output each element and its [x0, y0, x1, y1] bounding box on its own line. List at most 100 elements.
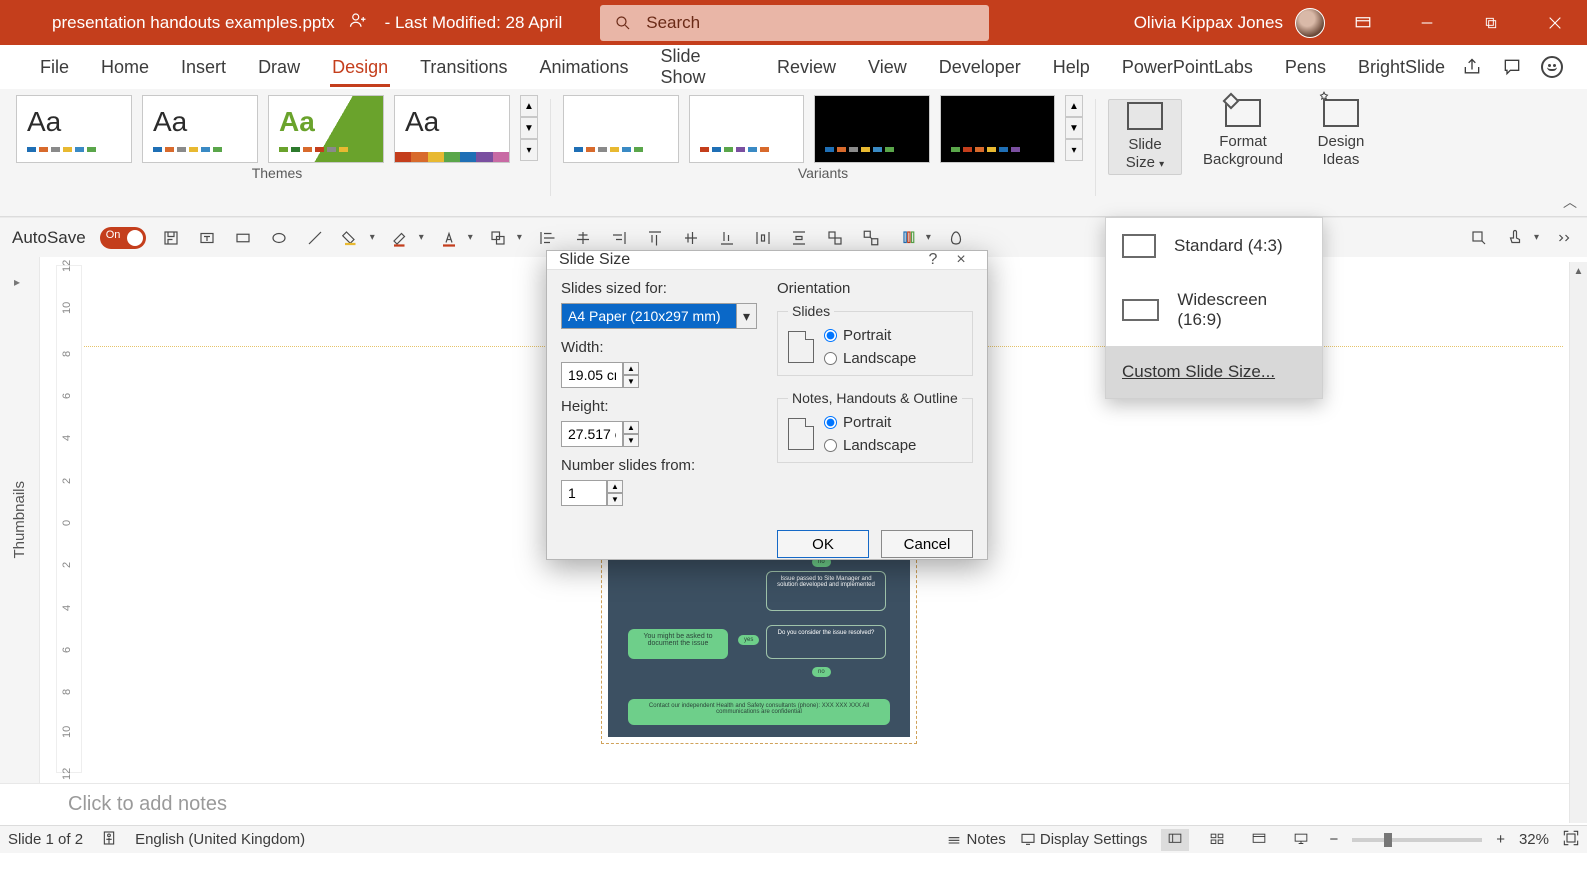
slide-size-widescreen[interactable]: Widescreen (16:9)	[1106, 274, 1322, 346]
close-button[interactable]	[1529, 0, 1581, 45]
slide-size-standard[interactable]: Standard (4:3)	[1106, 218, 1322, 274]
oval-shape-icon[interactable]	[268, 227, 290, 249]
align-middle-icon[interactable]	[680, 227, 702, 249]
overflow-icon[interactable]	[1553, 227, 1575, 249]
slide-indicator[interactable]: Slide 1 of 2	[8, 831, 83, 848]
save-icon[interactable]	[160, 227, 182, 249]
rectangle-shape-icon[interactable]	[232, 227, 254, 249]
arrange-icon[interactable]	[487, 227, 509, 249]
notes-pane[interactable]: Click to add notes	[0, 783, 1587, 825]
tab-design[interactable]: Design	[316, 45, 404, 89]
thumbnails-panel[interactable]: ▸ Thumbnails	[0, 257, 40, 783]
tab-developer[interactable]: Developer	[923, 45, 1037, 89]
width-input[interactable]	[561, 362, 623, 388]
zoom-slider[interactable]	[1352, 838, 1482, 842]
ok-button[interactable]: OK	[777, 530, 869, 558]
tab-review[interactable]: Review	[761, 45, 852, 89]
variant-thumb[interactable]	[563, 95, 679, 163]
chevron-right-icon[interactable]: ▸	[14, 275, 20, 289]
variant-thumb[interactable]	[940, 95, 1056, 163]
tab-brightslide[interactable]: BrightSlide	[1342, 45, 1461, 89]
gallery-more-icon[interactable]: ▾	[520, 139, 538, 161]
spin-up-icon[interactable]: ▲	[607, 480, 623, 493]
normal-view-icon[interactable]	[1161, 829, 1189, 851]
user-name[interactable]: Olivia Kippax Jones	[1134, 13, 1283, 33]
gallery-up-icon[interactable]: ▲	[520, 95, 538, 117]
minimize-button[interactable]	[1401, 0, 1453, 45]
blob-icon[interactable]	[945, 227, 967, 249]
gallery-down-icon[interactable]: ▼	[1065, 117, 1083, 139]
align-right-icon[interactable]	[608, 227, 630, 249]
align-top-icon[interactable]	[644, 227, 666, 249]
gallery-more-icon[interactable]: ▾	[1065, 139, 1083, 161]
slideshow-view-icon[interactable]	[1287, 829, 1315, 851]
scroll-up-icon[interactable]: ▲	[1570, 262, 1587, 280]
cancel-button[interactable]: Cancel	[881, 530, 973, 558]
group-icon[interactable]	[824, 227, 846, 249]
textbox-icon[interactable]	[196, 227, 218, 249]
line-shape-icon[interactable]	[304, 227, 326, 249]
gallery-down-icon[interactable]: ▼	[520, 117, 538, 139]
slide-size-custom[interactable]: Custom Slide Size...	[1106, 346, 1322, 398]
vertical-scrollbar[interactable]: ▲	[1569, 262, 1587, 823]
user-avatar[interactable]	[1295, 8, 1325, 38]
fit-to-window-icon[interactable]	[1563, 830, 1579, 850]
slides-landscape-radio[interactable]: Landscape	[824, 350, 916, 367]
tab-home[interactable]: Home	[85, 45, 165, 89]
fill-color-icon[interactable]	[340, 227, 362, 249]
outline-color-icon[interactable]	[389, 227, 411, 249]
tab-pens[interactable]: Pens	[1269, 45, 1342, 89]
design-ideas-button[interactable]: Design Ideas	[1304, 99, 1378, 169]
tab-draw[interactable]: Draw	[242, 45, 316, 89]
share-icon[interactable]	[1461, 56, 1483, 78]
distribute-v-icon[interactable]	[788, 227, 810, 249]
maximize-button[interactable]	[1465, 0, 1517, 45]
spin-down-icon[interactable]: ▼	[623, 375, 639, 388]
theme-thumb[interactable]: Aa	[16, 95, 132, 163]
sorter-view-icon[interactable]	[1203, 829, 1231, 851]
language-indicator[interactable]: English (United Kingdom)	[135, 831, 305, 848]
display-settings[interactable]: Display Settings	[1020, 831, 1148, 848]
reading-view-icon[interactable]	[1245, 829, 1273, 851]
zoom-percent[interactable]: 32%	[1519, 831, 1549, 848]
font-color-icon[interactable]	[438, 227, 460, 249]
tab-insert[interactable]: Insert	[165, 45, 242, 89]
tab-help[interactable]: Help	[1037, 45, 1106, 89]
dialog-help-button[interactable]: ?	[919, 251, 947, 269]
search-box[interactable]: Search	[600, 5, 989, 41]
notes-toggle[interactable]: Notes	[946, 831, 1005, 848]
comments-icon[interactable]	[1501, 56, 1523, 78]
tab-animations[interactable]: Animations	[523, 45, 644, 89]
gallery-up-icon[interactable]: ▲	[1065, 95, 1083, 117]
zoom-out-icon[interactable]: −	[1329, 831, 1338, 848]
notes-portrait-radio[interactable]: Portrait	[824, 414, 916, 431]
spin-down-icon[interactable]: ▼	[623, 434, 639, 447]
feedback-smiley-icon[interactable]	[1541, 56, 1563, 78]
autosave-toggle[interactable]: On	[100, 227, 146, 249]
accessibility-icon[interactable]	[101, 830, 117, 850]
chevron-down-icon[interactable]: ▾	[736, 304, 756, 328]
variants-gallery[interactable]: ▲ ▼ ▾	[563, 95, 1083, 163]
select-objects-icon[interactable]	[1468, 227, 1490, 249]
spin-down-icon[interactable]: ▼	[607, 493, 623, 506]
tab-powerpointlabs[interactable]: PowerPointLabs	[1106, 45, 1269, 89]
slides-portrait-radio[interactable]: Portrait	[824, 327, 916, 344]
variant-thumb[interactable]	[814, 95, 930, 163]
theme-thumb[interactable]: Aa	[394, 95, 510, 163]
align-center-icon[interactable]	[572, 227, 594, 249]
variant-thumb[interactable]	[689, 95, 805, 163]
slide-canvas[interactable]: Issue passed to Site Manager and solutio…	[608, 557, 910, 737]
theme-thumb[interactable]: Aa	[142, 95, 258, 163]
tab-slideshow[interactable]: Slide Show	[645, 45, 761, 89]
dialog-close-button[interactable]: ×	[947, 251, 975, 269]
ribbon-display-options-icon[interactable]	[1337, 0, 1389, 45]
themes-gallery[interactable]: Aa Aa Aa Aa ▲ ▼ ▾	[16, 95, 538, 163]
format-background-button[interactable]: Format Background	[1206, 99, 1280, 169]
zoom-in-icon[interactable]: +	[1496, 831, 1505, 848]
align-bottom-icon[interactable]	[716, 227, 738, 249]
spin-up-icon[interactable]: ▲	[623, 421, 639, 434]
collapse-ribbon-icon[interactable]: ︿	[1563, 192, 1577, 212]
eyedropper-icon[interactable]	[896, 227, 918, 249]
tab-file[interactable]: File	[24, 45, 85, 89]
notes-landscape-radio[interactable]: Landscape	[824, 437, 916, 454]
